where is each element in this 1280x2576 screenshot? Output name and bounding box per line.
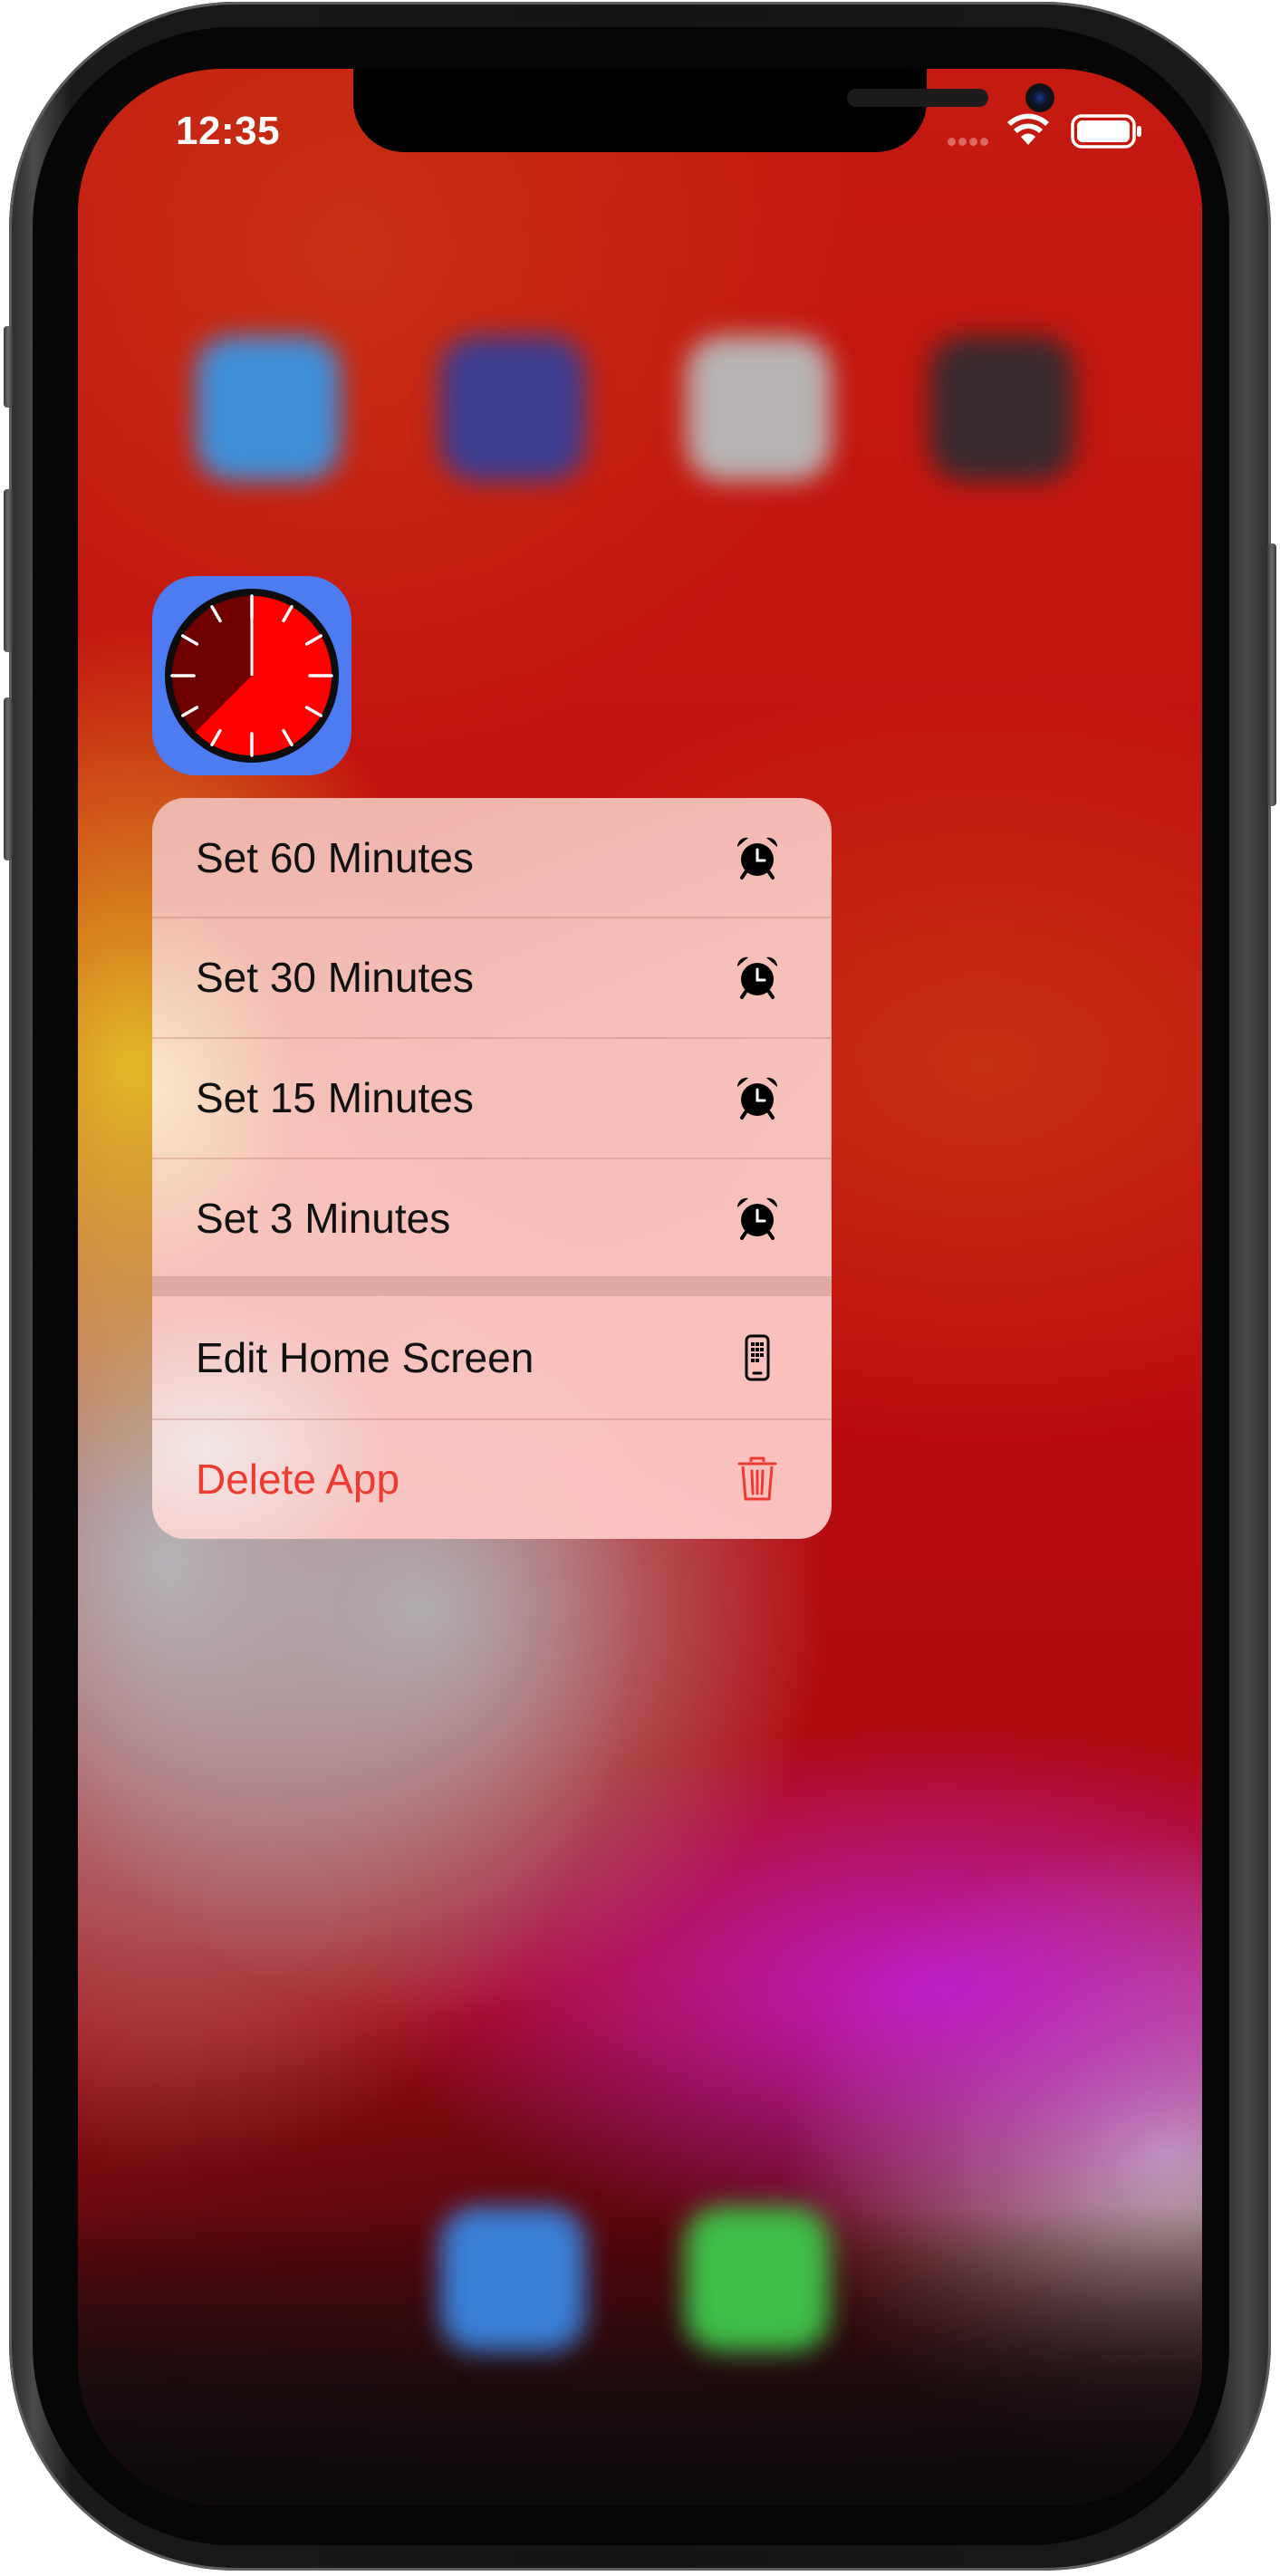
menu-item-label: Delete App (196, 1456, 400, 1503)
menu-item-set-30-minutes[interactable]: Set 30 Minutes (152, 918, 832, 1037)
blurred-app-icon (196, 336, 341, 481)
menu-item-label: Set 60 Minutes (196, 834, 474, 881)
wifi-icon (1007, 113, 1049, 145)
menu-group-divider (152, 1276, 832, 1296)
timer-clock-icon (165, 589, 339, 763)
quick-actions-menu: Set 60 Minutes Set 30 Minutes Set 15 Min… (152, 798, 832, 1539)
dock-shade (78, 2206, 1202, 2505)
alarm-icon (736, 956, 778, 999)
menu-item-label: Edit Home Screen (196, 1334, 534, 1381)
volume-down-button (4, 697, 13, 860)
timer-app-icon[interactable] (152, 576, 351, 775)
blurred-app-icon (687, 336, 832, 481)
phone-apps-icon (745, 1334, 770, 1381)
cellular-signal-icon (948, 134, 991, 150)
blurred-dock-icon (685, 2206, 830, 2351)
trash-icon (737, 1456, 777, 1501)
menu-item-set-15-minutes[interactable]: Set 15 Minutes (152, 1038, 832, 1158)
home-screen: 12:35 Set 60 Minutes Set 30 Minutes Set … (78, 69, 1202, 2505)
blurred-app-icon (929, 336, 1074, 481)
alarm-icon (736, 1077, 778, 1120)
menu-item-label: Set 15 Minutes (196, 1074, 474, 1121)
menu-item-edit-home-screen[interactable]: Edit Home Screen (152, 1298, 832, 1418)
menu-item-label: Set 30 Minutes (196, 954, 474, 1001)
menu-item-label: Set 3 Minutes (196, 1195, 451, 1242)
power-button (1267, 543, 1276, 806)
menu-item-set-60-minutes[interactable]: Set 60 Minutes (152, 798, 832, 918)
battery-icon (1071, 114, 1141, 149)
status-time: 12:35 (176, 109, 281, 153)
speaker-grille (847, 89, 988, 107)
alarm-icon (736, 837, 778, 879)
menu-item-delete-app[interactable]: Delete App (152, 1419, 832, 1539)
notch (353, 69, 1054, 152)
blurred-dock-icon (440, 2206, 585, 2351)
volume-up-button (4, 489, 13, 652)
front-camera (1025, 83, 1054, 112)
blurred-app-icon (440, 336, 585, 481)
alarm-icon (736, 1197, 778, 1240)
menu-item-set-3-minutes[interactable]: Set 3 Minutes (152, 1158, 832, 1278)
mute-switch (4, 326, 13, 408)
iphone-mockup: 12:35 Set 60 Minutes Set 30 Minutes Set … (0, 0, 1280, 2576)
